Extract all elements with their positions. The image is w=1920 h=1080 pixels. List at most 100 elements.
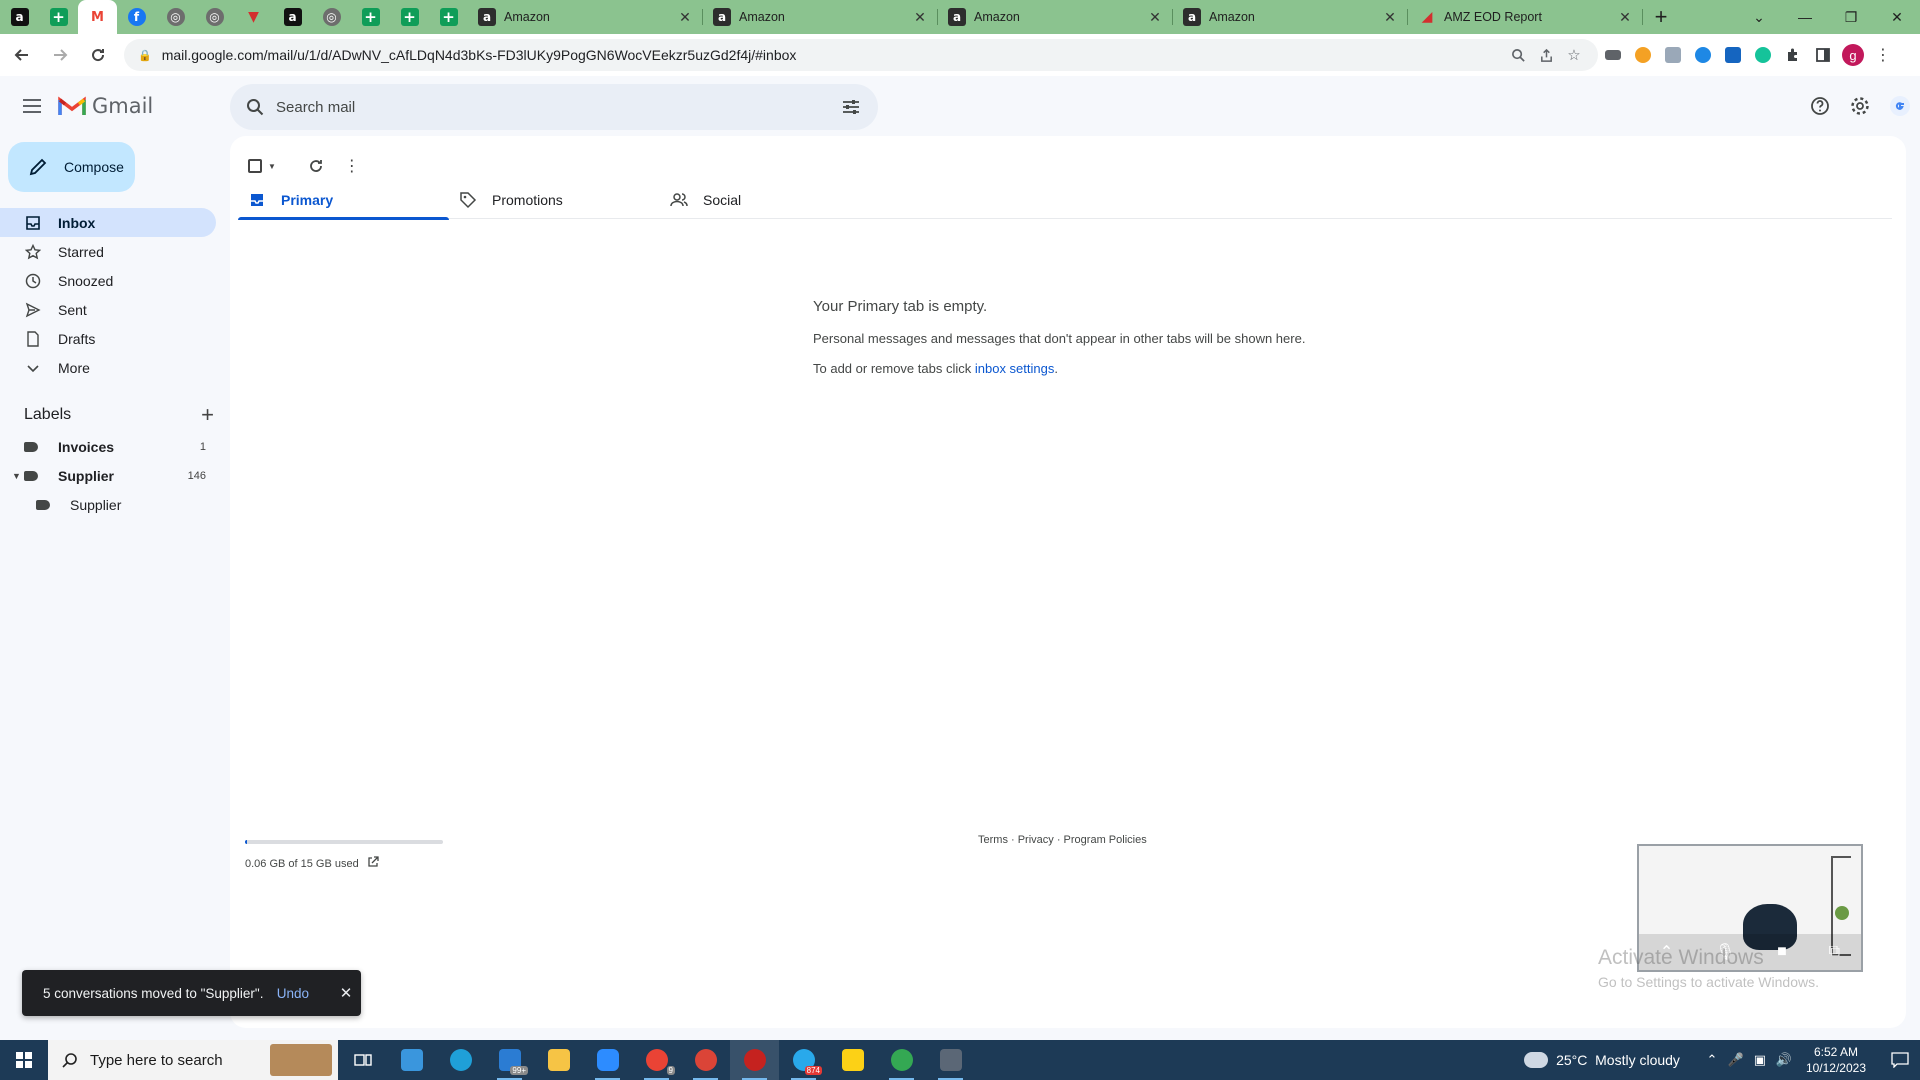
forward-button[interactable] [44,39,76,71]
extension-map-icon[interactable] [1658,40,1688,70]
undo-button[interactable]: Undo [277,986,309,1001]
browser-tab[interactable]: ◢ AMZ EOD Report ✕ [1408,0,1643,34]
tab-close-icon[interactable]: ✕ [1382,9,1398,26]
network-icon[interactable]: ▣ [1748,1052,1772,1068]
tab-close-icon[interactable]: ✕ [677,9,693,26]
store-icon[interactable] [387,1040,436,1080]
popout-icon[interactable]: ⧉ [1829,943,1840,961]
footer-links[interactable]: Terms · Privacy · Program Policies [978,834,1147,846]
tab-close-icon[interactable]: ✕ [1147,9,1163,26]
close-icon[interactable]: ✕ [331,984,361,1002]
sidebar-item-snoozed[interactable]: Snoozed [0,266,216,295]
support-help-icon[interactable] [1800,86,1840,126]
minimize-button[interactable]: — [1782,0,1828,34]
sidebar-item-sent[interactable]: Sent [0,295,216,324]
inbox-settings-link[interactable]: inbox settings [975,361,1055,376]
restore-button[interactable]: ❐ [1828,0,1874,34]
browser-tab[interactable]: a Amazon ✕ [1173,0,1408,34]
share-icon[interactable] [1532,41,1560,69]
pinned-tab[interactable]: M [78,0,117,34]
search-icon[interactable] [242,94,268,120]
pinned-tab[interactable]: a [0,0,39,34]
browser-tab[interactable]: a Amazon ✕ [468,0,703,34]
extension-orange-icon[interactable] [1628,40,1658,70]
microphone-icon[interactable]: 🎤 [1724,1052,1748,1068]
compose-button[interactable]: Compose [8,142,135,192]
edge-icon[interactable] [436,1040,485,1080]
pinned-tab[interactable]: ▼ [234,0,273,34]
open-external-icon[interactable] [367,856,379,871]
bookmark-star-icon[interactable]: ☆ [1560,41,1588,69]
pinned-tab[interactable]: + [351,0,390,34]
mail-app-icon[interactable]: 99+ [485,1040,534,1080]
extensions-puzzle-icon[interactable] [1778,40,1808,70]
extension-chart-icon[interactable] [1718,40,1748,70]
new-tab-button[interactable]: + [1643,0,1679,34]
volume-icon[interactable]: 🔊 [1772,1052,1796,1068]
telegram-icon[interactable]: 874 [779,1040,828,1080]
tab-close-icon[interactable]: ✕ [1617,9,1633,26]
search-input[interactable] [276,98,836,116]
create-label-button[interactable]: + [201,404,214,426]
label-item[interactable]: Supplier [0,490,216,519]
tab-primary[interactable]: Primary [238,181,449,220]
taskbar-search[interactable]: Type here to search [48,1040,338,1080]
chrome-profile-2-icon[interactable] [681,1040,730,1080]
sticky-notes-icon[interactable] [828,1040,877,1080]
tab-promotions[interactable]: Promotions [449,181,660,219]
tab-search-icon[interactable]: ⌄ [1736,0,1782,34]
back-button[interactable] [6,39,38,71]
pinned-tab[interactable]: ◎ [195,0,234,34]
select-all-checkbox[interactable] [248,159,262,173]
browser-menu-icon[interactable]: ⋮ [1868,40,1898,70]
browser-tab[interactable]: a Amazon ✕ [938,0,1173,34]
sidebar-item-more[interactable]: More [0,353,216,382]
gmail-logo[interactable]: Gmail [58,94,153,118]
refresh-icon[interactable] [298,148,334,184]
address-bar[interactable]: 🔒 mail.google.com/mail/u/1/d/ADwNV_cAfLD… [124,39,1598,71]
pinned-tab[interactable]: + [390,0,429,34]
url-text[interactable]: mail.google.com/mail/u/1/d/ADwNV_cAfLDqN… [162,47,1504,63]
search-options-icon[interactable] [836,92,866,122]
show-hidden-icons[interactable]: ⌃ [1700,1052,1724,1068]
pinned-tab[interactable]: + [39,0,78,34]
sidebar-item-drafts[interactable]: Drafts [0,324,216,353]
tab-social[interactable]: Social [660,181,871,219]
main-menu-icon[interactable] [8,82,56,130]
extension-blue-icon[interactable] [1688,40,1718,70]
reload-button[interactable] [82,39,114,71]
pinned-tab[interactable]: f [117,0,156,34]
extension-off-icon[interactable] [1598,40,1628,70]
label-item[interactable]: Invoices 1 [0,432,216,461]
expand-caret-icon[interactable]: ▼ [12,471,21,481]
close-window-button[interactable]: ✕ [1874,0,1920,34]
pinned-tab[interactable]: ◎ [312,0,351,34]
clock[interactable]: 6:52 AM 10/12/2023 [1806,1044,1866,1076]
pinned-tab[interactable]: + [429,0,468,34]
zoom-icon[interactable] [1504,41,1532,69]
grammarly-icon[interactable] [1748,40,1778,70]
chrome-profile-3-icon[interactable] [730,1040,779,1080]
zoom-app-icon[interactable] [583,1040,632,1080]
browser-tab[interactable]: a Amazon ✕ [703,0,938,34]
sidebar-item-starred[interactable]: Starred [0,237,216,266]
file-explorer-icon[interactable] [534,1040,583,1080]
tab-close-icon[interactable]: ✕ [912,9,928,26]
google-account-icon[interactable] [1880,86,1920,126]
task-view-icon[interactable] [338,1040,387,1080]
start-button[interactable] [0,1040,48,1080]
calculator-icon[interactable] [926,1040,975,1080]
profile-avatar[interactable]: g [1838,40,1868,70]
pinned-tab[interactable]: ◎ [156,0,195,34]
chrome-icon[interactable]: 9 [632,1040,681,1080]
side-panel-icon[interactable] [1808,40,1838,70]
more-options-icon[interactable]: ⋮ [334,148,370,184]
label-item[interactable]: ▼ Supplier 146 [0,461,216,490]
pinned-tab[interactable]: a [273,0,312,34]
chrome-profile-4-icon[interactable] [877,1040,926,1080]
settings-gear-icon[interactable] [1840,86,1880,126]
select-dropdown-icon[interactable]: ▼ [268,162,276,171]
weather-widget[interactable]: 25°C Mostly cloudy [1520,1047,1680,1068]
sidebar-item-inbox[interactable]: Inbox [0,208,216,237]
notification-center-icon[interactable] [1880,1040,1920,1080]
